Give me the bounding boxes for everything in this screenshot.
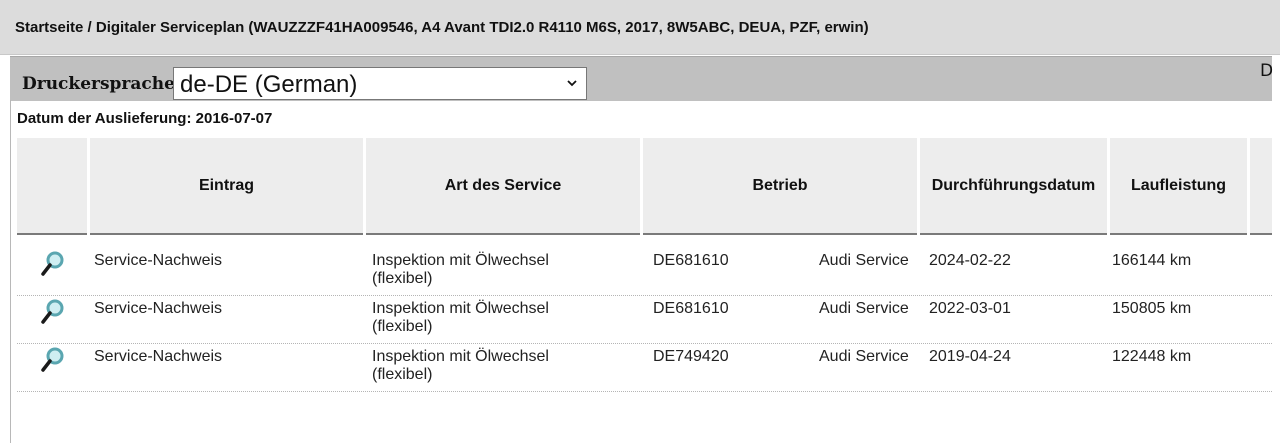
column-header-entry[interactable]: Eintrag	[90, 138, 363, 235]
service-date: 2019-04-24	[929, 348, 1011, 365]
chevron-down-icon	[567, 80, 577, 87]
entry-cell: Service-Nachweis	[94, 252, 223, 269]
breadcrumb[interactable]: Startseite / Digitaler Serviceplan (WAUZ…	[15, 19, 869, 36]
print-language-label: Druckersprache:	[22, 74, 182, 94]
row-divider	[17, 391, 1272, 392]
truncated-right-text: D	[1260, 61, 1274, 81]
table-row: Service-Nachweis Inspektion mit Ölwechse…	[17, 248, 1272, 296]
dealer-code: DE681610	[653, 300, 729, 317]
column-header-date[interactable]: Durchführungsdatum	[920, 138, 1107, 235]
magnifier-icon[interactable]	[41, 298, 65, 326]
table-row: Service-Nachweis Inspektion mit Ölwechse…	[17, 296, 1272, 344]
service-type-line2: (flexibel)	[372, 366, 433, 383]
service-date: 2022-03-01	[929, 300, 1011, 317]
dealer-name: Audi Service	[819, 300, 909, 317]
column-header-dealer[interactable]: Betrieb	[643, 138, 917, 235]
print-language-select[interactable]: de-DE (German)	[173, 67, 587, 100]
mileage-cell: 122448 km	[1112, 348, 1192, 365]
service-date: 2024-02-22	[929, 252, 1011, 269]
magnifier-icon[interactable]	[41, 250, 65, 278]
table-row: Service-Nachweis Inspektion mit Ölwechse…	[17, 344, 1272, 392]
dealer-code: DE749420	[653, 348, 729, 365]
service-type-line1: Inspektion mit Ölwechsel	[372, 348, 549, 365]
entry-cell: Service-Nachweis	[94, 300, 223, 317]
service-type-line2: (flexibel)	[372, 270, 433, 287]
service-type-line2: (flexibel)	[372, 318, 433, 335]
column-header-extra	[1250, 138, 1272, 235]
column-header-icon	[17, 138, 87, 235]
mileage-cell: 150805 km	[1112, 300, 1192, 317]
print-language-value: de-DE (German)	[180, 71, 358, 98]
mileage-cell: 166144 km	[1112, 252, 1192, 269]
breadcrumb-bar: Startseite / Digitaler Serviceplan (WAUZ…	[0, 0, 1280, 55]
dealer-name: Audi Service	[819, 348, 909, 365]
dealer-name: Audi Service	[819, 252, 909, 269]
print-language-bar: Druckersprache: de-DE (German) D	[10, 56, 1274, 101]
column-header-mileage[interactable]: Laufleistung	[1110, 138, 1247, 235]
service-type-line1: Inspektion mit Ölwechsel	[372, 252, 549, 269]
left-border	[10, 100, 11, 443]
service-type-line1: Inspektion mit Ölwechsel	[372, 300, 549, 317]
delivery-date: Datum der Auslieferung: 2016-07-07	[17, 110, 273, 127]
dealer-code: DE681610	[653, 252, 729, 269]
entry-cell: Service-Nachweis	[94, 348, 223, 365]
magnifier-icon[interactable]	[41, 346, 65, 374]
column-header-service-type[interactable]: Art des Service	[366, 138, 640, 235]
